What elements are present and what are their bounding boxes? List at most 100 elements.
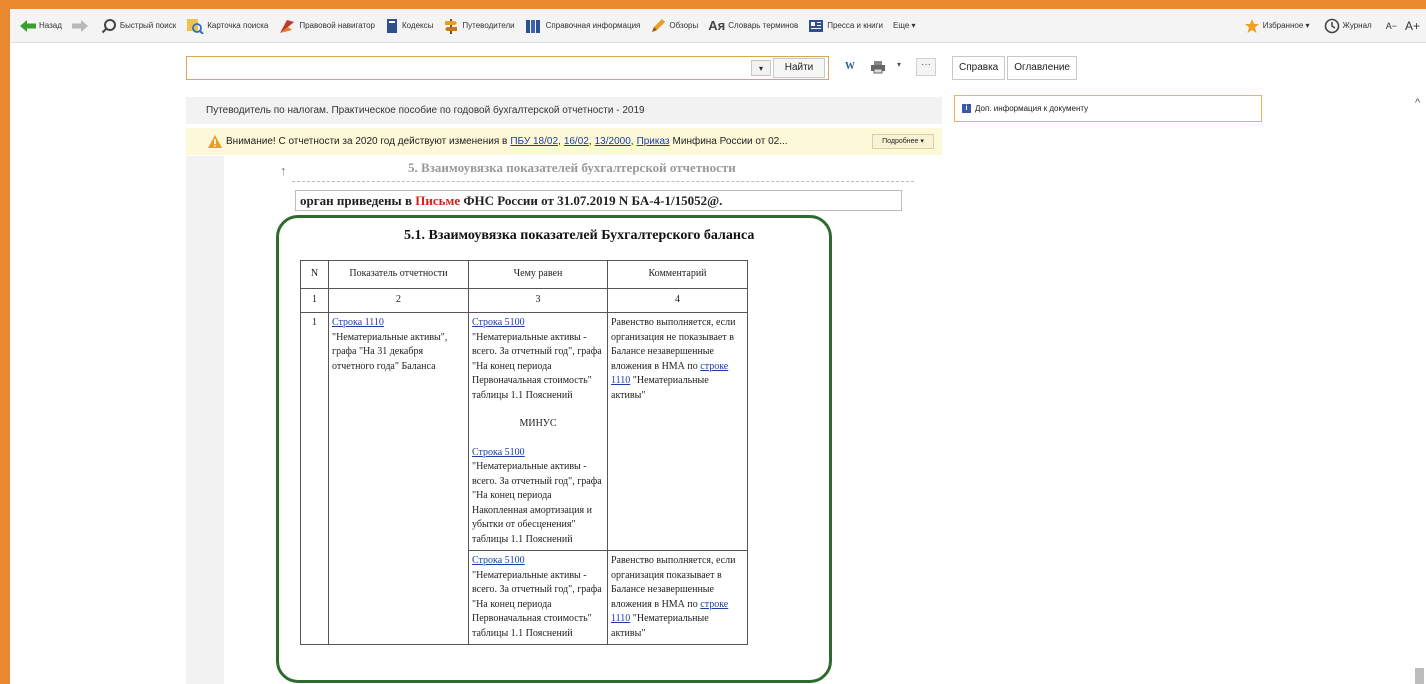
find-button[interactable]: Найти — [773, 58, 825, 78]
quick-search-button[interactable]: Быстрый поиск — [101, 18, 176, 34]
scroll-up-icon[interactable]: ^ — [1415, 97, 1420, 109]
info-icon: i — [962, 104, 971, 113]
indicator-cell: Строка 1110 "Нематериальные активы", гра… — [328, 312, 469, 645]
search-card-label: Карточка поиска — [207, 21, 269, 30]
print-dropdown-icon[interactable]: ▾ — [897, 60, 901, 69]
favorites-label: Избранное ▾ — [1262, 21, 1310, 30]
warning-text: Внимание! С отчетности за 2020 год дейст… — [226, 136, 508, 147]
warning-link-order[interactable]: Приказ — [637, 136, 670, 147]
tab-contents[interactable]: Оглавление — [1007, 56, 1077, 80]
quote-before: орган приведены в — [300, 193, 412, 208]
equals-link-a[interactable]: Строка 5100 — [472, 317, 525, 328]
legal-navigator-button[interactable]: Правовой навигатор — [278, 18, 375, 34]
quote-fragment: орган приведены в Письме ФНС России от 3… — [295, 190, 902, 211]
search-history-dropdown[interactable]: ▾ — [751, 60, 771, 76]
guides-label: Путеводители — [462, 21, 515, 30]
more-label: Еще ▾ — [893, 21, 916, 30]
reference-books-icon — [525, 19, 540, 33]
balance-table: N Показатель отчетности Чему равен Комме… — [300, 260, 748, 645]
additional-info-link[interactable]: i Доп. информация к документу — [954, 95, 1262, 122]
subsection-heading: 5.1. Взаимоувязка показателей Бухгалтерс… — [404, 228, 755, 243]
legal-navigator-label: Правовой навигатор — [299, 21, 375, 30]
back-arrow-icon — [20, 19, 36, 32]
more-tools-button[interactable]: ··· — [916, 58, 936, 76]
equals-cell: Строка 5100 "Нематериальные активы - все… — [468, 312, 608, 551]
warning-more-button[interactable]: Подробнее ▾ — [872, 134, 934, 149]
font-decrease-button[interactable]: А− — [1386, 21, 1397, 31]
favorites-button[interactable]: Избранное ▾ — [1244, 18, 1310, 34]
glossary-label: Словарь терминов — [728, 21, 799, 30]
warning-link-pbu-18[interactable]: ПБУ 18/02 — [510, 136, 558, 147]
document-title: Путеводитель по налогам. Практическое по… — [186, 97, 942, 124]
journal-label: Журнал — [1342, 21, 1372, 30]
warning-icon — [208, 135, 222, 148]
search-box — [186, 56, 829, 80]
reference-button[interactable]: Справочная информация — [525, 18, 640, 34]
print-button[interactable] — [870, 60, 886, 79]
glossary-icon: Ая — [708, 18, 726, 33]
magnifier-icon — [101, 18, 116, 33]
section-divider — [292, 181, 914, 182]
comment-cell: Равенство выполняется, если организация … — [607, 312, 748, 551]
codes-label: Кодексы — [402, 21, 434, 30]
scrollbar-thumb[interactable] — [1415, 668, 1424, 684]
warning-link-16[interactable]: 16/02 — [564, 136, 589, 147]
press-button[interactable]: Пресса и книги — [808, 19, 883, 33]
flag-icon — [280, 19, 295, 33]
table-number-row: 1 2 3 4 — [300, 288, 748, 313]
table-row: 1 Строка 1110 "Нематериальные активы", г… — [300, 312, 748, 645]
equals-link-b[interactable]: Строка 5100 — [472, 447, 525, 458]
pen-icon — [652, 18, 666, 32]
header-equals: Чему равен — [468, 260, 608, 289]
additional-info-label: Доп. информация к документу — [975, 104, 1089, 113]
star-icon — [1244, 18, 1259, 33]
indicator-link[interactable]: Строка 1110 — [332, 317, 384, 328]
minus-label: МИНУС — [519, 418, 557, 429]
quick-search-label: Быстрый поиск — [119, 21, 177, 30]
reviews-label: Обзоры — [669, 21, 699, 30]
signpost-icon — [445, 18, 458, 34]
forward-arrow-icon — [71, 19, 88, 32]
up-arrow-icon[interactable]: ↑ — [280, 163, 287, 178]
search-input[interactable] — [187, 57, 747, 79]
back-label: Назад — [39, 21, 62, 30]
guides-button[interactable]: Путеводители — [443, 18, 515, 34]
row-number: 1 — [300, 312, 329, 645]
tab-help[interactable]: Справка — [952, 56, 1006, 80]
warning-link-13[interactable]: 13/2000 — [595, 136, 631, 147]
more-menu-button[interactable]: Еще ▾ — [893, 21, 916, 30]
word-export-icon[interactable]: W — [845, 61, 855, 72]
equals-link[interactable]: Строка 5100 — [472, 555, 525, 566]
col-number: 1 — [300, 288, 329, 313]
header-comment: Комментарий — [607, 260, 748, 289]
indicator-text: "Нематериальные активы", графа "На 31 де… — [332, 331, 448, 372]
glossary-button[interactable]: Ая Словарь терминов — [708, 18, 798, 33]
warning-banner: Внимание! С отчетности за 2020 год дейст… — [186, 128, 942, 155]
reviews-button[interactable]: Обзоры — [650, 18, 698, 34]
equals-text-a: "Нематериальные активы - всего. За отчет… — [472, 331, 602, 401]
font-increase-button[interactable]: А+ — [1405, 19, 1420, 33]
font-increase-label: А+ — [1404, 18, 1420, 33]
search-card-icon — [187, 18, 204, 34]
col-number: 4 — [607, 288, 748, 313]
quote-highlight-link[interactable]: Письме — [415, 193, 460, 208]
codes-button[interactable]: Кодексы — [385, 18, 433, 34]
table-header-row: N Показатель отчетности Чему равен Комме… — [300, 260, 748, 289]
header-n: N — [300, 260, 329, 289]
window-top-border — [0, 0, 1426, 9]
forward-button[interactable] — [71, 19, 91, 32]
right-panel-tabs: Справка Оглавление — [952, 56, 1077, 80]
press-label: Пресса и книги — [827, 21, 884, 30]
back-button[interactable]: Назад — [20, 19, 62, 32]
main-toolbar: Назад Быстрый поиск Карточка поиска Прав… — [10, 9, 1426, 43]
font-decrease-label: А− — [1385, 20, 1397, 31]
newspaper-icon — [809, 19, 824, 32]
equals-text: "Нематериальные активы - всего. За отчет… — [472, 569, 602, 639]
section-heading: 5. Взаимоувязка показателей бухгалтерско… — [408, 160, 736, 175]
window-left-border — [0, 0, 10, 684]
quote-after: ФНС России от 31.07.2019 N БА-4-1/15052@… — [463, 193, 723, 208]
search-card-button[interactable]: Карточка поиска — [186, 18, 268, 34]
journal-button[interactable]: Журнал — [1324, 18, 1372, 34]
equals-text-b: "Нематериальные активы - всего. За отчет… — [472, 461, 602, 545]
clock-icon — [1324, 18, 1339, 33]
